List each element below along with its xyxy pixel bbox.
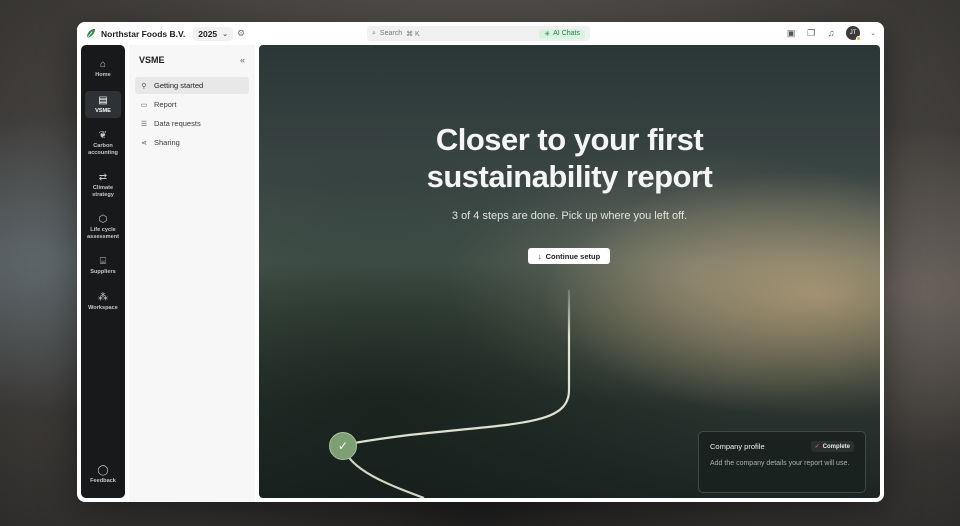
bell-icon[interactable]: ♫ [826,28,836,38]
nav-item-label: Sharing [154,138,180,147]
rail-item-feedback[interactable]: ◯ Feedback [85,461,121,489]
top-icons: ▣ ❐ ♫ JT ⌄ [786,26,876,41]
collapse-icon[interactable]: « [240,55,245,65]
status-badge: ✓ Complete [810,441,854,452]
clipboard-icon[interactable]: ▣ [786,28,796,39]
rail-item-carbon-accounting[interactable]: ❦ Carbon accounting [85,126,121,160]
rail-item-label: Life cycle assessment [86,227,120,240]
continue-setup-label: Continue setup [545,251,601,261]
sidenav-title: VSME [139,55,165,65]
hero-subtitle: 3 of 4 steps are done. Pick up where you… [451,210,688,222]
list-icon: ☰ [140,120,148,128]
workspace-icon: ⁂ [98,291,108,303]
arrow-down-icon: ↓ [537,251,542,261]
status-badge-label: Complete [822,443,850,450]
rail-item-label: Climate strategy [92,185,114,198]
rail-item-workspace[interactable]: ⁂ Workspace [85,288,121,316]
rail-item-label: VSME [95,107,111,114]
share-icon: ⋖ [141,139,147,147]
search-input[interactable]: ⌕ Search ⌘ K ✳ AI Chats [367,26,590,41]
hero-panel: Closer to your first sustainability repo… [259,45,880,498]
hero-title-line1: Closer to your first [435,122,704,157]
sidenav-header: VSME « [135,55,249,77]
leaf-icon: ❦ [98,130,108,141]
nav-item-label: Report [154,100,177,109]
rail-item-label: Suppliers [90,269,116,275]
year-selector[interactable]: 2025 ⌄ [193,26,234,41]
check-icon: ✓ [814,444,820,450]
year-value: 2025 [198,28,218,39]
sparkle-icon: ✳ [544,30,551,38]
rail-item-life-cycle-assessment[interactable]: ⬡ Life cycle assessment [85,210,121,244]
gear-icon[interactable]: ⚙ [237,28,245,39]
nav-item-label: Data requests [154,119,201,128]
chat-bubble-icon: ◯ [97,464,109,476]
continue-setup-button[interactable]: ↓ Continue setup [528,248,610,264]
rail-item-suppliers[interactable]: ⌸ Suppliers [85,252,121,280]
rail-item-home[interactable]: ⌂ Home [85,55,121,83]
rail-item-label: Carbon accounting [88,143,118,156]
org-switcher[interactable]: Northstar Foods B.V. [85,28,185,39]
avatar-status-dot [856,36,862,41]
chevron-down-icon: ⌄ [222,30,229,38]
leaf-logo-icon [86,28,96,39]
step-card-header: Company profile ✓ Complete [710,441,854,452]
app-window: Northstar Foods B.V. 2025 ⌄ ⚙ ⌕ Search ⌘… [77,22,884,502]
hero-title: Closer to your first sustainability repo… [259,121,880,195]
check-icon: ✓ [337,439,349,453]
avatar-initials: JT [849,30,857,36]
avatar[interactable]: JT [846,26,862,41]
link-icon: ⚲ [141,82,147,90]
store-icon: ⌸ [100,256,106,267]
document-icon: ▭ [140,101,148,109]
box-icon: ⬡ [98,214,108,225]
nav-item-report[interactable]: ▭ Report [135,96,249,113]
step-card-title: Company profile [710,442,765,451]
messages-icon[interactable]: ❐ [806,28,816,39]
chevron-down-icon[interactable]: ⌄ [870,29,876,37]
top-bar: Northstar Foods B.V. 2025 ⌄ ⚙ ⌕ Search ⌘… [77,22,884,45]
secondary-nav: VSME « ⚲ Getting started ▭ Report ☰ Data… [129,45,255,502]
step-complete-marker[interactable]: ✓ [329,432,357,460]
rail-item-vsme[interactable]: ▤ VSME [85,90,121,118]
nav-item-data-requests[interactable]: ☰ Data requests [135,115,249,132]
step-card-description: Add the company details your report will… [710,460,850,467]
search-placeholder: Search [379,30,403,37]
report-icon: ▤ [98,94,108,106]
route-icon: ⇄ [98,172,108,183]
hero-title-line2: sustainability report [426,159,713,194]
rail-item-climate-strategy[interactable]: ⇄ Climate strategy [85,168,121,202]
ai-chats-button[interactable]: ✳ AI Chats [539,28,585,39]
rail-item-label: Feedback [90,477,116,484]
search-icon: ⌕ [372,29,376,37]
ai-chats-label: AI Chats [553,30,580,37]
nav-item-label: Getting started [154,81,204,90]
nav-item-getting-started[interactable]: ⚲ Getting started [135,77,249,94]
home-icon: ⌂ [99,59,107,70]
rail-item-label: Home [95,72,111,78]
step-card[interactable]: Company profile ✓ Complete Add the compa… [698,431,866,493]
primary-rail: ⌂ Home ▤ VSME ❦ Carbon accounting ⇄ Clim… [81,45,125,498]
search-shortcut: ⌘ K [406,30,420,38]
org-name: Northstar Foods B.V. [101,28,186,39]
rail-item-label: Workspace [88,304,118,311]
nav-item-sharing[interactable]: ⋖ Sharing [135,134,249,151]
